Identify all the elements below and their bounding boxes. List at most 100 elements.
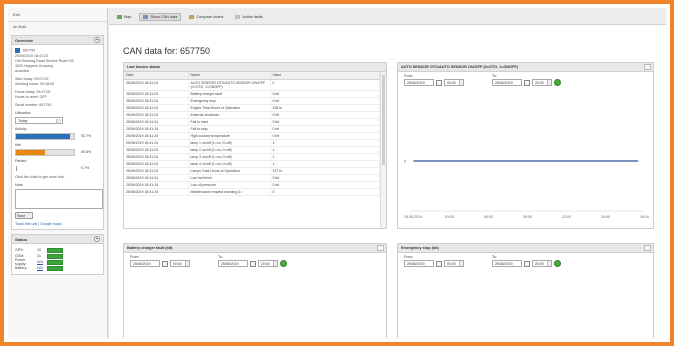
from-group: From: 25/06/2019 00:00: [404, 74, 484, 86]
compare-charts-label: Compare charts: [196, 15, 224, 19]
status-row-battery: Battery: N/A: [15, 265, 100, 271]
activity-bar[interactable]: 92.7%: [15, 133, 100, 141]
show-can-data-button[interactable]: Show CAN data: [139, 13, 182, 21]
cell-date: 25/06/2019 18:41:24: [124, 188, 189, 196]
panel-menu-button[interactable]: [377, 245, 384, 251]
status-link[interactable]: N/A: [37, 260, 47, 264]
calendar-icon[interactable]: [436, 260, 442, 267]
cell-date: 25/06/2019 18:41:24: [124, 97, 189, 105]
from-time-select[interactable]: 00:00: [444, 260, 464, 267]
calendar-icon[interactable]: [436, 79, 442, 86]
overview-collapse-button[interactable]: +: [94, 37, 100, 43]
auto-sensor-chart[interactable]: 0 25.06.2019 03:00 06:00 09:00 12:00 15:00 18:0…: [402, 105, 650, 225]
refresh-icon[interactable]: [554, 79, 561, 86]
refresh-icon[interactable]: [280, 260, 287, 267]
map-button-label: Map: [124, 15, 132, 19]
table-row[interactable]: 25/06/2019 18:41:24 AUTO SENSOR OTO/AUTO …: [124, 79, 380, 91]
map-button[interactable]: Map: [113, 13, 135, 21]
from-date-input[interactable]: 25/06/2019: [404, 79, 434, 86]
table-row[interactable]: 25/06/2019 18:41:24 High coolant temperat…: [124, 132, 380, 140]
utilisation-label: Utilisation: [15, 111, 31, 116]
main-toolbar: Map Show CAN data Compare charts Active …: [109, 8, 666, 25]
status-collapse-button[interactable]: +: [94, 236, 100, 243]
table-row[interactable]: 25/06/2019 18:41:24 Lamps Total Hours of …: [124, 167, 380, 175]
overview-title: Overview: [15, 38, 33, 43]
to-time-select[interactable]: 20:00: [532, 260, 552, 267]
column-header-name[interactable]: Name: [188, 72, 271, 80]
to-date-input[interactable]: 25/06/2019: [492, 79, 522, 86]
save-button-label: Save: [17, 214, 26, 219]
table-row[interactable]: 25/06/2019 18:41:24 Emergency stop 0 bit: [124, 97, 380, 105]
emergency-stop-title-text: Emergency stop (bit): [401, 246, 439, 250]
cell-value: 0 bit: [270, 97, 380, 105]
cell-name: Low oil pressure: [188, 181, 271, 189]
table-row[interactable]: 25/06/2019 18:41:24 lamp 1 on/off (1=on; …: [124, 139, 380, 147]
table-row[interactable]: 25/06/2019 18:41:24 Battery charger fault…: [124, 90, 380, 98]
scrollbar-thumb[interactable]: [382, 75, 385, 165]
column-header-date[interactable]: Date: [124, 72, 189, 80]
to-date-input[interactable]: 25/06/2019: [218, 260, 248, 267]
table-row[interactable]: 25/06/2019 18:41:24 lamp 3 on/off (1=on; …: [124, 153, 380, 161]
parked-bar[interactable]: 0.7%: [15, 165, 100, 173]
chevron-down-icon: [547, 261, 551, 266]
work-line: Working hours: 09:18:00: [15, 82, 55, 87]
panel-menu-button[interactable]: [644, 64, 651, 70]
status-title: Status: [15, 237, 28, 243]
calendar-icon[interactable]: [524, 79, 530, 86]
idle-bar[interactable]: 50.6%: [15, 149, 100, 157]
column-header-value[interactable]: Value: [270, 72, 380, 80]
vehicle-row[interactable]: 657750: [15, 48, 100, 53]
status-panel-title: Status +: [12, 235, 103, 245]
calendar-icon[interactable]: [250, 260, 256, 267]
status-table-body: 25/06/2019 18:41:24 AUTO SENSOR OTO/AUTO …: [124, 79, 380, 196]
table-row[interactable]: 25/06/2019 18:41:24 lamp 4 on/off (1=on; …: [124, 160, 380, 168]
from-inputs: 25/06/2019 00:00: [404, 79, 484, 86]
cell-value: 1: [270, 153, 380, 161]
notes-textarea[interactable]: [15, 189, 103, 210]
to-time-select[interactable]: 20:00: [258, 260, 278, 267]
panel-menu-button[interactable]: [644, 245, 651, 251]
utilisation-select[interactable]: Today: [15, 117, 63, 125]
table-row[interactable]: 25/06/2019 18:41:24 lamp 2 on/off (1=on; …: [124, 146, 380, 154]
table-row[interactable]: 25/06/2019 18:41:24 External shutdown 0 bi…: [124, 111, 380, 119]
table-row[interactable]: 25/06/2019 18:41:24 Maintenance request w…: [124, 188, 380, 196]
cell-name: Lamps Total Hours of Operation: [188, 167, 271, 175]
table-row[interactable]: 25/06/2019 18:41:24 Fail to stop 0 bit: [124, 125, 380, 133]
cell-date: 25/06/2019 18:41:24: [124, 111, 189, 119]
page-title: CAN data for: 657750: [123, 46, 211, 56]
x-tick-label: 15:00: [601, 215, 610, 219]
status-link[interactable]: N/A: [37, 266, 47, 270]
from-time-select[interactable]: 00:00: [170, 260, 190, 267]
signal-bar: [47, 259, 63, 265]
track-links[interactable]: Track this unit | Google maps: [15, 222, 100, 226]
cell-date: 25/06/2019 18:41:24: [124, 167, 189, 175]
signal-bar: [47, 253, 63, 259]
cell-date: 25/06/2019 18:41:24: [124, 174, 189, 182]
refresh-icon[interactable]: [554, 260, 561, 267]
table-scrollbar[interactable]: [380, 72, 386, 228]
status-body: GPS: 10 GSM: 31 Power supply: N/A Batter…: [12, 244, 103, 274]
save-button[interactable]: Save: [15, 212, 33, 220]
cell-value: 0 bit: [270, 90, 380, 98]
calendar-icon[interactable]: [524, 260, 530, 267]
sidebar-top-line-2[interactable]: on fluid: [8, 24, 107, 31]
table-row[interactable]: 25/06/2019 18:41:24 Low fuel level 0 bit: [124, 174, 380, 182]
table-row[interactable]: 25/06/2019 18:41:24 Low oil pressure 0 bit: [124, 181, 380, 189]
from-date-input[interactable]: 25/06/2019: [130, 260, 160, 267]
active-faults-button[interactable]: Active faults: [231, 13, 266, 21]
utilisation-value: Today: [18, 119, 28, 124]
compare-charts-button[interactable]: Compare charts: [185, 13, 227, 21]
to-time-select[interactable]: 20:00: [532, 79, 552, 86]
calendar-icon[interactable]: [162, 260, 168, 267]
app-root: Exit on fluid Overview + 657750 25/06/20…: [8, 8, 666, 338]
x-tick-label: 09:00: [523, 215, 532, 219]
table-row[interactable]: 25/06/2019 18:41:24 Fail to start 0 bit: [124, 118, 380, 126]
battery-charger-panel: Battery charger fault (bit) From: 25/06/…: [123, 243, 387, 338]
table-row[interactable]: 25/06/2019 18:41:24 Engine Total Hours of…: [124, 104, 380, 112]
from-time-select[interactable]: 00:00: [444, 79, 464, 86]
auto-sensor-title: AUTO SENSOR OTO/AUTO SENSOR ON/OFF (0=OT…: [398, 63, 653, 72]
from-date-input[interactable]: 25/06/2019: [404, 260, 434, 267]
sidebar-top-line-1[interactable]: Exit: [8, 8, 107, 19]
table-icon: [143, 15, 149, 19]
to-date-input[interactable]: 25/06/2019: [492, 260, 522, 267]
